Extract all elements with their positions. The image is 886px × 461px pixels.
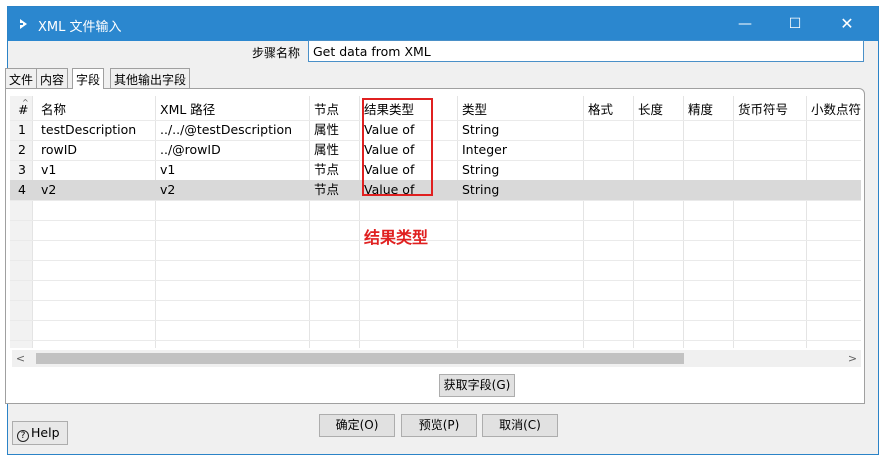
- get-fields-button[interactable]: 获取字段(G): [439, 374, 515, 397]
- maximize-button[interactable]: ☐: [772, 7, 818, 41]
- cell-node[interactable]: 节点: [310, 180, 359, 200]
- table-header: ^ # 名称 XML 路径 节点 结果类型 类型 格式 长度 精度 货币符号 小…: [10, 98, 861, 120]
- step-name-label: 步骤名称: [252, 46, 301, 60]
- col-header-index[interactable]: #: [14, 100, 32, 120]
- scroll-thumb[interactable]: [36, 353, 684, 364]
- result-type-highlight-box: [362, 98, 433, 196]
- help-icon: ?: [17, 430, 29, 442]
- window-title: XML 文件输入: [38, 20, 122, 35]
- cell-type[interactable]: String: [458, 120, 583, 140]
- cell-name[interactable]: v2: [37, 180, 155, 200]
- step-name-input[interactable]: [308, 40, 864, 62]
- col-header-length[interactable]: 长度: [634, 100, 683, 120]
- col-header-precision[interactable]: 精度: [684, 100, 733, 120]
- table-row[interactable]: 1 testDescription ../../@testDescription…: [10, 120, 861, 140]
- help-label: Help: [31, 425, 60, 440]
- cell-xml-path[interactable]: v2: [156, 180, 309, 200]
- row-index: 4: [18, 182, 26, 197]
- scroll-left-icon[interactable]: <: [12, 350, 29, 367]
- table-row[interactable]: 3 v1 v1 节点 Value of String: [10, 160, 861, 180]
- table-row-selected[interactable]: 4 v2 v2 节点 Value of String: [10, 180, 861, 200]
- cell-node[interactable]: 属性: [310, 120, 359, 140]
- cell-node[interactable]: 节点: [310, 160, 359, 180]
- fields-table[interactable]: ^ # 名称 XML 路径 节点 结果类型 类型 格式 长度 精度 货币符号 小…: [10, 96, 861, 348]
- tab-file[interactable]: 文件: [5, 68, 38, 88]
- app-icon: [20, 19, 27, 29]
- tab-other-output-fields[interactable]: 其他输出字段: [110, 68, 191, 88]
- col-header-xml-path[interactable]: XML 路径: [156, 100, 309, 120]
- cancel-button[interactable]: 取消(C): [482, 414, 558, 437]
- row-index: 3: [18, 162, 26, 177]
- cell-name[interactable]: rowID: [37, 140, 155, 160]
- row-index: 1: [18, 122, 26, 137]
- title-bar[interactable]: XML 文件输入 — ☐ ✕: [8, 7, 878, 41]
- minimize-button[interactable]: —: [722, 7, 768, 41]
- tab-content[interactable]: 内容: [36, 68, 69, 88]
- table-row[interactable]: 2 rowID ../@rowID 属性 Value of Integer: [10, 140, 861, 160]
- preview-button[interactable]: 预览(P): [401, 414, 477, 437]
- cell-type[interactable]: String: [458, 180, 583, 200]
- close-button[interactable]: ✕: [824, 7, 870, 41]
- col-header-node[interactable]: 节点: [310, 100, 359, 120]
- cell-name[interactable]: v1: [37, 160, 155, 180]
- cell-name[interactable]: testDescription: [37, 120, 155, 140]
- col-header-name[interactable]: 名称: [37, 100, 155, 120]
- col-header-decimal[interactable]: 小数点符: [807, 100, 861, 120]
- col-header-format[interactable]: 格式: [584, 100, 633, 120]
- cell-node[interactable]: 属性: [310, 140, 359, 160]
- col-header-type[interactable]: 类型: [458, 100, 583, 120]
- cell-xml-path[interactable]: v1: [156, 160, 309, 180]
- ok-button[interactable]: 确定(O): [319, 414, 395, 437]
- scroll-right-icon[interactable]: >: [844, 350, 861, 367]
- row-index: 2: [18, 142, 26, 157]
- cell-xml-path[interactable]: ../@rowID: [156, 140, 309, 160]
- result-type-annotation: 结果类型: [364, 228, 429, 247]
- cell-type[interactable]: Integer: [458, 140, 583, 160]
- col-header-currency[interactable]: 货币符号: [734, 100, 806, 120]
- cell-xml-path[interactable]: ../../@testDescription: [156, 120, 309, 140]
- horizontal-scrollbar[interactable]: < >: [12, 350, 861, 367]
- cell-type[interactable]: String: [458, 160, 583, 180]
- help-button[interactable]: ? Help: [12, 421, 68, 445]
- tab-fields[interactable]: 字段: [72, 68, 105, 89]
